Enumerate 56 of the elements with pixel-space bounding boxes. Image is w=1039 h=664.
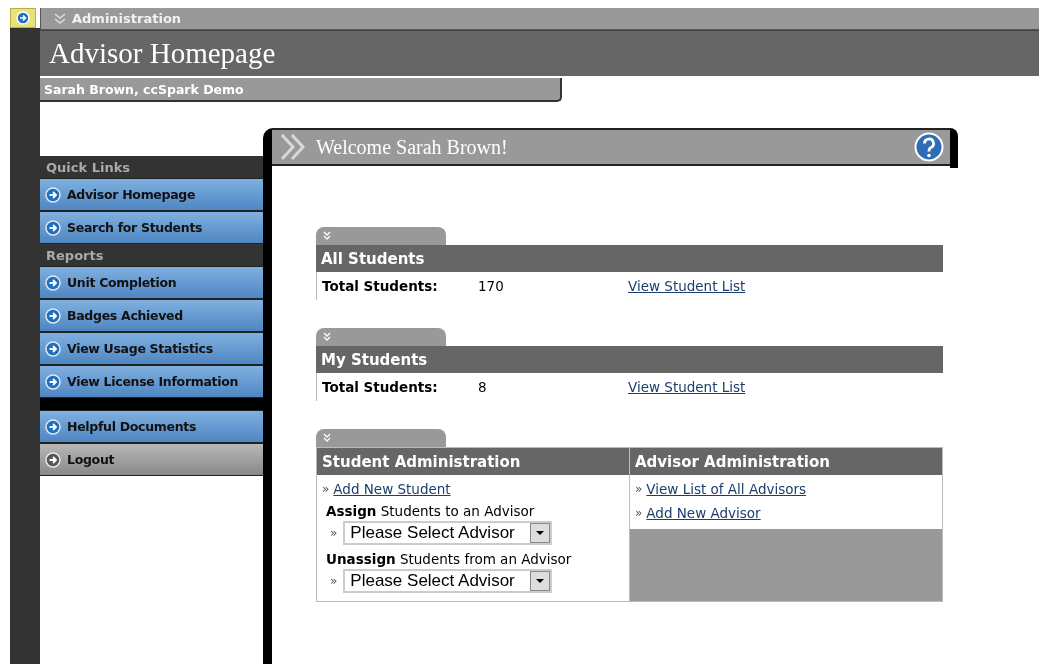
view-list-link[interactable]: View Student List (628, 379, 746, 395)
stat-value: 8 (478, 379, 488, 395)
bullet-mark: » (635, 482, 643, 496)
sidebar-item[interactable]: Helpful Documents (40, 410, 263, 443)
panel-corner (950, 128, 958, 168)
stat-value: 170 (478, 278, 505, 294)
bullet-mark: » (635, 506, 643, 520)
sidebar-item[interactable]: Advisor Homepage (40, 178, 263, 211)
add-student-link[interactable]: Add New Student (333, 481, 451, 497)
double-chevron-icon (53, 11, 67, 26)
bullet-mark: » (322, 482, 330, 496)
advisor-dropdown[interactable]: Please Select Advisor (343, 521, 553, 545)
help-icon[interactable] (914, 132, 944, 162)
stat-label: Total Students: (322, 379, 439, 395)
advisor-link[interactable]: View List of All Advisors (646, 481, 807, 497)
stat-label: Total Students: (322, 278, 439, 294)
select-caption: Assign Students to an Advisor (326, 503, 536, 519)
section-header: My Students (316, 346, 943, 373)
caret-icon (530, 571, 551, 591)
arrow-circle-icon (45, 418, 61, 435)
double-chevron-icon (280, 133, 306, 161)
administration-label: Administration (72, 11, 182, 26)
arrow-circle-icon (45, 340, 61, 357)
collapse-icon (322, 332, 332, 342)
advisor-link[interactable]: Add New Advisor (646, 505, 761, 521)
arrow-circle-icon (45, 186, 61, 203)
welcome-title: Welcome Sarah Brown! (316, 135, 509, 159)
collapse-icon (322, 433, 332, 443)
sidebar-item[interactable]: Logout (40, 443, 263, 476)
sidebar-heading: Reports (40, 244, 263, 266)
arrow-circle-icon (45, 451, 61, 468)
sidebar-item[interactable]: Unit Completion (40, 266, 263, 299)
caret-icon (530, 523, 551, 543)
sidebar-item[interactable]: View Usage Statistics (40, 332, 263, 365)
sidebar-item[interactable]: View License Information (40, 365, 263, 398)
advisor-dropdown[interactable]: Please Select Advisor (343, 569, 553, 593)
sidebar-item[interactable]: Search for Students (40, 211, 263, 244)
select-caption: Unassign Students from an Advisor (326, 551, 573, 567)
arrow-circle-icon (45, 274, 61, 291)
section-header: Student Administration (317, 448, 629, 475)
collapse-tab[interactable] (316, 328, 446, 346)
collapse-icon (322, 231, 332, 241)
bullet-mark: » (330, 574, 338, 588)
section-header: All Students (316, 245, 943, 272)
view-list-link[interactable]: View Student List (628, 278, 746, 294)
page-title: Advisor Homepage (49, 37, 276, 70)
sidebar-heading: Quick Links (40, 156, 263, 178)
arrow-circle-icon (45, 307, 61, 324)
bullet-mark: » (330, 526, 338, 540)
arrow-circle-icon (45, 373, 61, 390)
section-header: Advisor Administration (630, 448, 942, 475)
user-name: Sarah Brown, ccSpark Demo (44, 81, 244, 97)
arrow-circle-icon (45, 219, 61, 236)
collapse-tab[interactable] (316, 429, 446, 447)
sidebar-item[interactable]: Badges Achieved (40, 299, 263, 332)
collapse-tab[interactable] (316, 227, 446, 245)
